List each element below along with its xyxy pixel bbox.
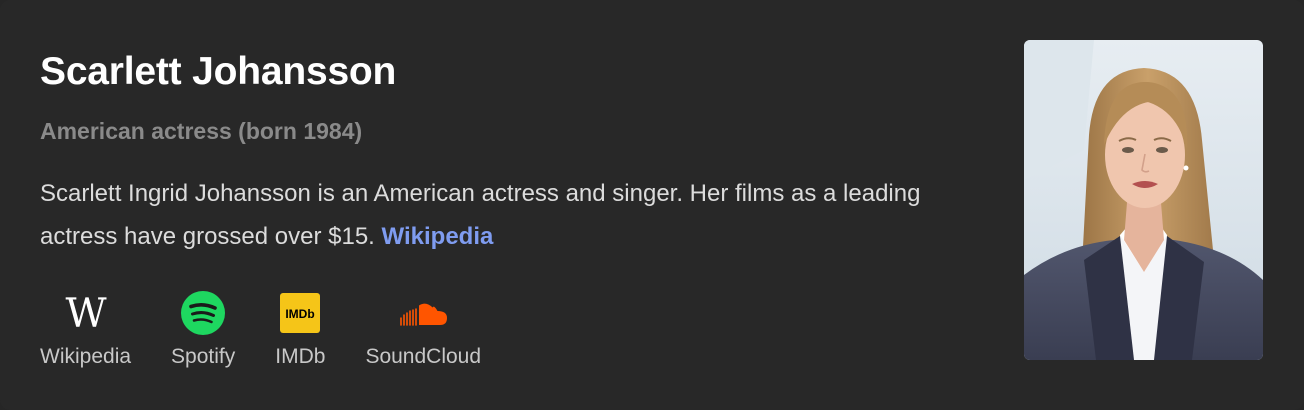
external-links: W Wikipedia Spotify IMDb IMDb SoundCloud: [40, 288, 481, 371]
soundcloud-link-label: SoundCloud: [365, 345, 482, 368]
svg-text:IMDb: IMDb: [286, 307, 315, 321]
soundcloud-link[interactable]: SoundCloud: [365, 288, 481, 371]
spotify-link[interactable]: Spotify: [171, 288, 235, 371]
soundcloud-icon: [398, 288, 448, 338]
spotify-icon: [178, 288, 228, 338]
svg-text:W: W: [65, 293, 106, 333]
imdb-icon: IMDb: [275, 288, 325, 338]
knowledge-panel-card: Scarlett Johansson American actress (bor…: [0, 0, 1304, 410]
entity-title: Scarlett Johansson: [40, 50, 397, 93]
wikipedia-link-label: Wikipedia: [40, 345, 132, 368]
wikipedia-link[interactable]: W Wikipedia: [40, 288, 131, 371]
imdb-link[interactable]: IMDb IMDb: [275, 288, 325, 371]
imdb-link-label: IMDb: [275, 345, 326, 368]
entity-subtitle: American actress (born 1984): [40, 118, 363, 144]
wikipedia-icon: W: [61, 288, 111, 338]
entity-description: Scarlett Ingrid Johansson is an American…: [40, 172, 990, 258]
wikipedia-source-link[interactable]: Wikipedia: [382, 223, 494, 250]
spotify-link-label: Spotify: [171, 345, 236, 368]
portrait-photo[interactable]: [1024, 40, 1263, 360]
